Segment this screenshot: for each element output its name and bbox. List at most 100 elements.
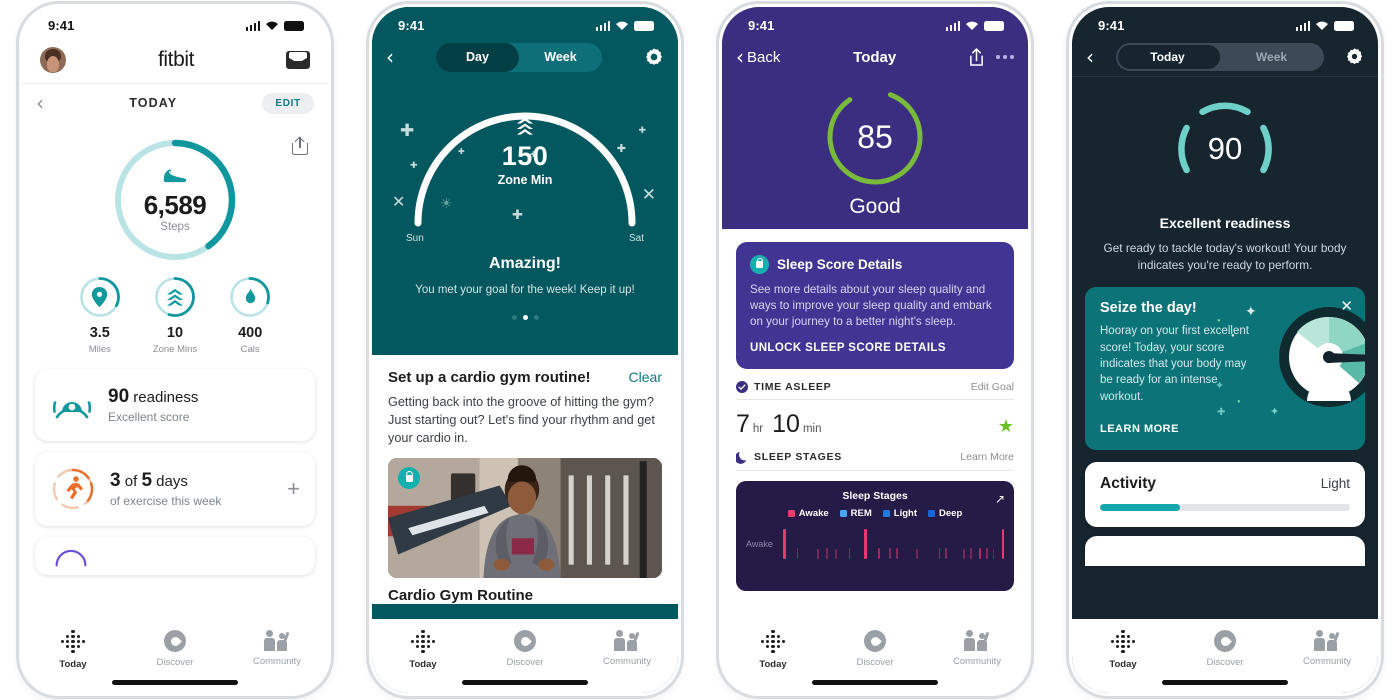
steps-ring[interactable]: 6,589 Steps: [111, 136, 239, 264]
phone-1-header: fitbit: [22, 37, 328, 84]
tab-today[interactable]: Today: [1083, 630, 1163, 670]
metric-miles[interactable]: 3.5 Miles: [79, 276, 121, 355]
home-indicator: [112, 680, 238, 685]
cals-progress-arc: [230, 277, 271, 317]
page-dot[interactable]: [533, 315, 539, 320]
chevron-left-icon[interactable]: ‹: [36, 93, 44, 113]
metric-label: Miles: [88, 344, 111, 355]
home-indicator: [462, 680, 588, 685]
inbox-icon[interactable]: [286, 51, 310, 69]
day-week-toggle[interactable]: Day Week: [436, 42, 602, 72]
gauge-start-label: Sun: [406, 233, 424, 244]
minutes-unit: min: [802, 422, 822, 435]
today-week-toggle[interactable]: Today Week: [1115, 42, 1324, 71]
zone-minutes-label: Zone Min: [497, 173, 553, 187]
toggle-option-week[interactable]: Week: [519, 43, 602, 72]
tab-discover[interactable]: Discover: [485, 630, 565, 668]
plus-icon[interactable]: +: [287, 478, 300, 500]
section-title: TODAY: [129, 96, 178, 110]
status-bar: 9:41: [22, 7, 328, 37]
cardio-photo[interactable]: [388, 458, 662, 579]
readiness-card[interactable]: 90 readiness Excellent score: [35, 369, 315, 441]
activity-value: Light: [1320, 475, 1350, 491]
more-dots-icon[interactable]: [995, 55, 1014, 59]
metric-value: 10: [166, 325, 184, 341]
tab-community[interactable]: Community: [1287, 630, 1367, 667]
legend-item-deep: Deep: [928, 508, 962, 519]
miles-progress-arc: [79, 277, 120, 317]
awake-spikes: [779, 528, 1005, 559]
clear-button[interactable]: Clear: [629, 369, 662, 385]
tab-discover[interactable]: Discover: [1185, 630, 1265, 668]
edit-goal-button[interactable]: Edit Goal: [971, 381, 1014, 393]
moon-icon: [736, 451, 747, 464]
metric-cals[interactable]: 400 Cals: [229, 276, 271, 355]
page-dot-active[interactable]: [522, 315, 528, 320]
toggle-option-today[interactable]: Today: [1116, 43, 1220, 71]
tab-label: Discover: [156, 657, 194, 668]
tab-community[interactable]: Community: [937, 630, 1017, 667]
tab-today[interactable]: Today: [733, 630, 813, 670]
sparkle-icon: ✦: [1270, 406, 1280, 419]
phone-3-header: ‹ Back Today: [722, 37, 1028, 77]
readiness-ring[interactable]: 90: [1171, 95, 1279, 203]
status-time: 9:41: [1098, 17, 1125, 33]
activity-card[interactable]: Activity Light: [1085, 461, 1365, 527]
zone-mins-progress-arc: [155, 277, 195, 317]
readiness-subtitle: Excellent score: [108, 410, 190, 424]
expand-icon[interactable]: ↗: [995, 492, 1005, 506]
battery-icon: [1334, 21, 1354, 31]
wifi-icon: [1316, 21, 1328, 31]
close-icon[interactable]: ✕: [1340, 297, 1353, 315]
page-dots[interactable]: [372, 315, 678, 320]
exercise-days-card[interactable]: 3 of 5 days of exercise this week +: [35, 452, 315, 526]
tab-community[interactable]: Community: [237, 630, 317, 667]
phone-4-screen: 9:41 ‹ Today Week 90 Excellent readiness…: [1072, 7, 1378, 693]
gear-icon[interactable]: [644, 47, 664, 67]
share-icon[interactable]: [292, 136, 308, 155]
time-asleep-header: TIME ASLEEP Edit Goal: [736, 380, 1014, 400]
readiness-gauge-icon: [52, 401, 92, 419]
tab-label: Today: [759, 659, 787, 670]
back-button[interactable]: ‹ Back: [736, 47, 780, 67]
tab-today[interactable]: Today: [33, 630, 113, 670]
partial-card-peek[interactable]: [35, 537, 315, 575]
share-icon[interactable]: [969, 47, 984, 67]
edit-button[interactable]: EDIT: [262, 92, 314, 114]
phone-2-content: Set up a cardio gym routine! Clear Getti…: [372, 355, 678, 605]
tab-label: Community: [252, 656, 302, 667]
learn-more-button[interactable]: Learn More: [960, 451, 1014, 463]
page-dot[interactable]: [511, 315, 517, 320]
tab-discover[interactable]: Discover: [135, 630, 215, 668]
tab-today[interactable]: Today: [383, 630, 463, 670]
toggle-option-day[interactable]: Day: [436, 43, 519, 72]
toggle-option-week[interactable]: Week: [1220, 43, 1324, 71]
phone-slot-2: 9:41 ‹ Day Week 150 Zone Min Sun Sat ✚ ✚…: [350, 0, 700, 700]
chevron-left-icon[interactable]: ‹: [1086, 47, 1094, 67]
running-person-icon: [52, 468, 94, 510]
seize-the-day-promo[interactable]: ✕ ✦ ● ● ✦ ● ✚ ✦ Seize the day! Hooray on…: [1085, 287, 1365, 450]
compass-icon: [514, 630, 536, 652]
metrics-row: 3.5 Miles 10 Zone Mins 400 Cals: [22, 276, 328, 355]
sleep-score-details-card[interactable]: Sleep Score Details See more details abo…: [736, 242, 1014, 369]
avatar[interactable]: [40, 47, 66, 73]
tab-label: Discover: [856, 657, 894, 668]
status-bar: 9:41: [1072, 7, 1378, 37]
tab-community[interactable]: Community: [587, 630, 667, 667]
cardio-card-title: Set up a cardio gym routine!: [388, 369, 591, 386]
section-label: SLEEP STAGES: [754, 451, 842, 464]
sleep-score-ring[interactable]: 85: [823, 85, 927, 189]
phone-1-screen: 9:41 fitbit ‹ TODAY EDIT 6,589 Steps 3.5…: [22, 7, 328, 693]
learn-more-button[interactable]: LEARN MORE: [1100, 423, 1350, 435]
phone-2-header: ‹ Day Week: [372, 37, 678, 77]
wifi-icon: [616, 21, 628, 31]
status-time: 9:41: [48, 17, 75, 33]
sleep-stages-chart[interactable]: Sleep Stages ↗ Awake REM Light Deep Awak…: [736, 480, 1014, 591]
metric-zone-mins[interactable]: 10 Zone Mins: [153, 276, 197, 355]
awake-row-label: Awake: [746, 538, 773, 549]
tab-discover[interactable]: Discover: [835, 630, 915, 668]
unlock-sleep-score-button[interactable]: UNLOCK SLEEP SCORE DETAILS: [750, 342, 1000, 354]
gear-icon[interactable]: [1345, 47, 1364, 66]
partial-card-peek[interactable]: [1085, 535, 1365, 566]
chevron-left-icon[interactable]: ‹: [386, 47, 394, 67]
